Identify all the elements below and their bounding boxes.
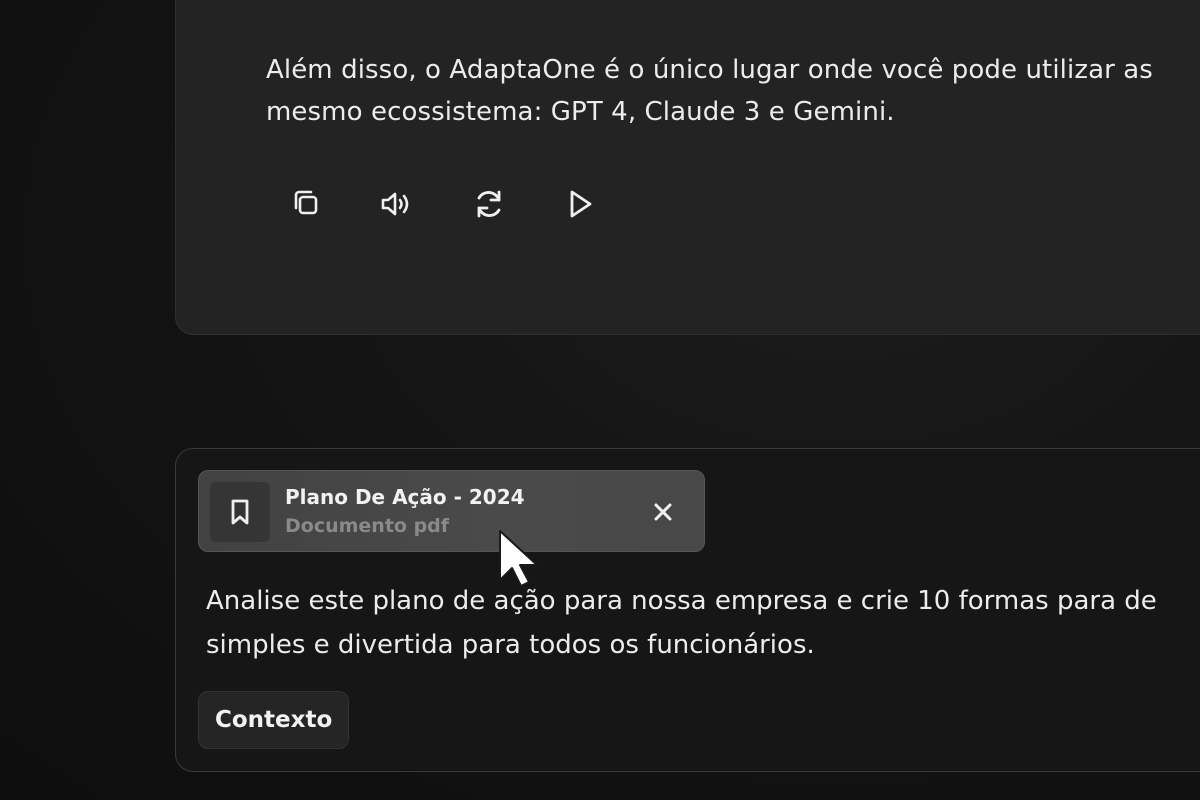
remove-attachment-button[interactable]	[648, 497, 678, 527]
play-icon	[570, 190, 592, 218]
assistant-message-card: Além disso, o AdaptaOne é o único lugar …	[175, 0, 1200, 335]
user-message-line: Analise este plano de ação para nossa em…	[206, 586, 1157, 616]
attachment-title: Plano De Ação - 2024	[285, 485, 525, 509]
context-button[interactable]: Contexto	[198, 691, 350, 749]
close-icon	[654, 503, 672, 521]
user-message-line: simples e divertida para todos os funcio…	[206, 630, 815, 660]
chat-view: Além disso, o AdaptaOne é o único lugar …	[0, 0, 1200, 800]
copy-icon	[294, 190, 318, 215]
attachment-subtitle: Documento pdf	[285, 515, 450, 537]
attachment-chip[interactable]: Plano De Ação - 2024 Documento pdf	[198, 470, 705, 552]
user-message-text: Analise este plano de ação para nossa em…	[206, 579, 1157, 667]
assistant-message-text: Além disso, o AdaptaOne é o único lugar …	[266, 49, 1200, 133]
read-aloud-button[interactable]	[375, 181, 421, 227]
assistant-message-line: Além disso, o AdaptaOne é o único lugar …	[266, 55, 1153, 85]
user-message-card: Plano De Ação - 2024 Documento pdf Anali…	[175, 448, 1200, 772]
refresh-icon	[477, 190, 501, 218]
bookmark-icon	[231, 499, 249, 525]
assistant-message-line: mesmo ecossistema: GPT 4, Claude 3 e Gem…	[266, 97, 895, 127]
continue-button[interactable]	[557, 181, 603, 227]
regenerate-button[interactable]	[466, 181, 512, 227]
attachment-icon-box	[210, 482, 270, 542]
message-actions	[284, 181, 648, 227]
speaker-icon	[381, 192, 409, 216]
copy-button[interactable]	[284, 181, 330, 227]
